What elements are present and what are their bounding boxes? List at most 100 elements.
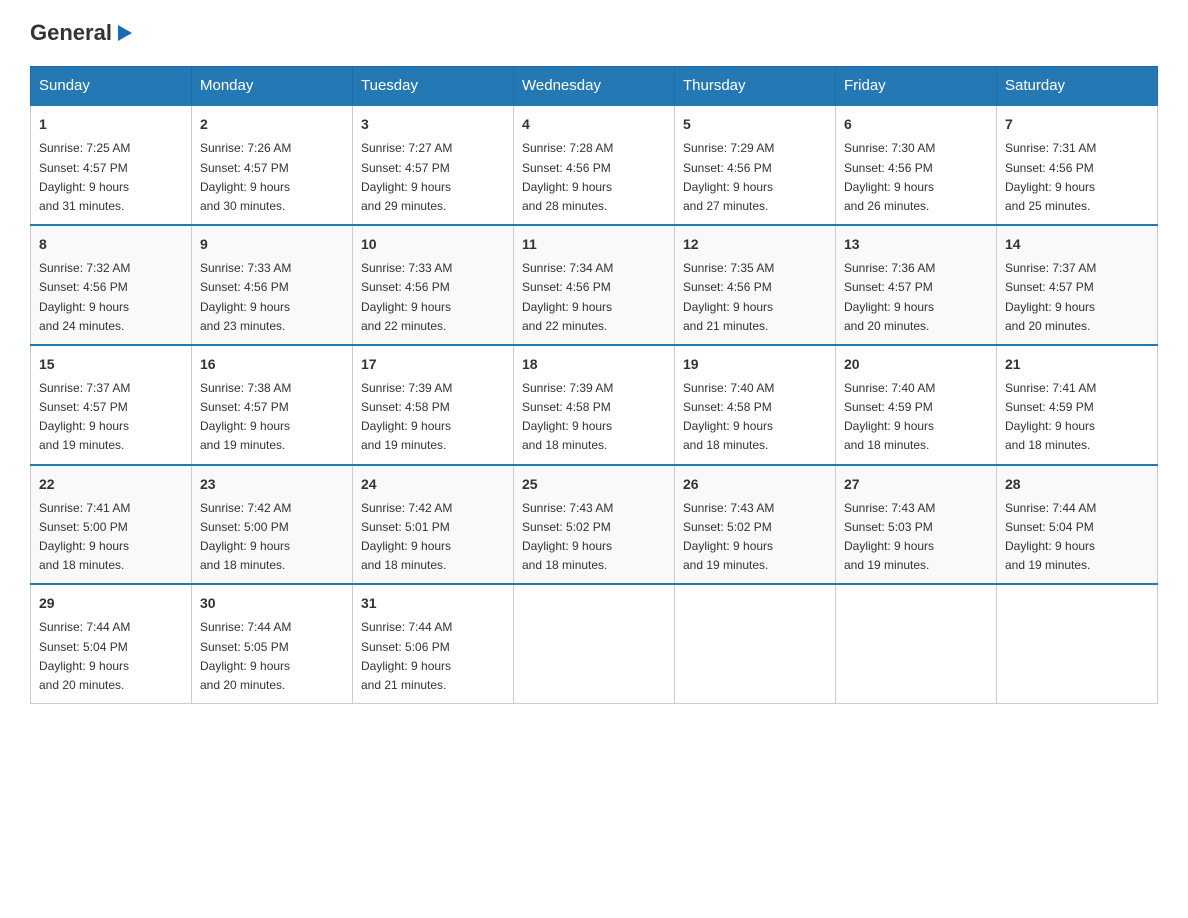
day-info: Sunrise: 7:41 AMSunset: 4:59 PMDaylight:…	[1005, 379, 1149, 456]
calendar-week-4: 22 Sunrise: 7:41 AMSunset: 5:00 PMDayligh…	[31, 465, 1158, 585]
calendar-day-10: 10 Sunrise: 7:33 AMSunset: 4:56 PMDayligh…	[353, 225, 514, 345]
day-info: Sunrise: 7:39 AMSunset: 4:58 PMDaylight:…	[361, 379, 505, 456]
day-info: Sunrise: 7:35 AMSunset: 4:56 PMDaylight:…	[683, 259, 827, 336]
day-info: Sunrise: 7:44 AMSunset: 5:06 PMDaylight:…	[361, 618, 505, 695]
day-number: 22	[39, 474, 183, 495]
day-number: 24	[361, 474, 505, 495]
day-info: Sunrise: 7:43 AMSunset: 5:03 PMDaylight:…	[844, 499, 988, 576]
day-number: 15	[39, 354, 183, 375]
day-number: 25	[522, 474, 666, 495]
column-header-wednesday: Wednesday	[514, 67, 675, 106]
calendar-day-22: 22 Sunrise: 7:41 AMSunset: 5:00 PMDayligh…	[31, 465, 192, 585]
calendar-day-1: 1 Sunrise: 7:25 AMSunset: 4:57 PMDaylight…	[31, 105, 192, 225]
day-info: Sunrise: 7:27 AMSunset: 4:57 PMDaylight:…	[361, 139, 505, 216]
day-number: 10	[361, 234, 505, 255]
day-info: Sunrise: 7:33 AMSunset: 4:56 PMDaylight:…	[361, 259, 505, 336]
day-number: 26	[683, 474, 827, 495]
day-info: Sunrise: 7:25 AMSunset: 4:57 PMDaylight:…	[39, 139, 183, 216]
day-number: 19	[683, 354, 827, 375]
logo-text-general: General	[30, 20, 112, 46]
calendar-day-29: 29 Sunrise: 7:44 AMSunset: 5:04 PMDayligh…	[31, 584, 192, 703]
day-number: 16	[200, 354, 344, 375]
day-info: Sunrise: 7:42 AMSunset: 5:01 PMDaylight:…	[361, 499, 505, 576]
day-number: 20	[844, 354, 988, 375]
day-number: 28	[1005, 474, 1149, 495]
day-info: Sunrise: 7:36 AMSunset: 4:57 PMDaylight:…	[844, 259, 988, 336]
calendar-header-row: SundayMondayTuesdayWednesdayThursdayFrid…	[31, 67, 1158, 106]
column-header-saturday: Saturday	[997, 67, 1158, 106]
calendar-day-28: 28 Sunrise: 7:44 AMSunset: 5:04 PMDayligh…	[997, 465, 1158, 585]
day-number: 29	[39, 593, 183, 614]
calendar-day-12: 12Sunrise: 7:35 AMSunset: 4:56 PMDayligh…	[675, 225, 836, 345]
day-number: 2	[200, 114, 344, 135]
day-info: Sunrise: 7:32 AMSunset: 4:56 PMDaylight:…	[39, 259, 183, 336]
logo: General	[30, 20, 136, 46]
day-number: 31	[361, 593, 505, 614]
calendar-week-5: 29 Sunrise: 7:44 AMSunset: 5:04 PMDayligh…	[31, 584, 1158, 703]
page-header: General	[30, 20, 1158, 46]
calendar-day-15: 15Sunrise: 7:37 AMSunset: 4:57 PMDayligh…	[31, 345, 192, 465]
day-info: Sunrise: 7:26 AMSunset: 4:57 PMDaylight:…	[200, 139, 344, 216]
day-number: 23	[200, 474, 344, 495]
calendar-day-24: 24 Sunrise: 7:42 AMSunset: 5:01 PMDayligh…	[353, 465, 514, 585]
calendar-day-5: 5Sunrise: 7:29 AMSunset: 4:56 PMDaylight…	[675, 105, 836, 225]
calendar-week-3: 15Sunrise: 7:37 AMSunset: 4:57 PMDayligh…	[31, 345, 1158, 465]
day-info: Sunrise: 7:41 AMSunset: 5:00 PMDaylight:…	[39, 499, 183, 576]
day-number: 1	[39, 114, 183, 135]
day-number: 3	[361, 114, 505, 135]
column-header-friday: Friday	[836, 67, 997, 106]
day-number: 17	[361, 354, 505, 375]
logo-arrow-icon	[114, 22, 136, 44]
calendar-day-11: 11 Sunrise: 7:34 AMSunset: 4:56 PMDayligh…	[514, 225, 675, 345]
day-number: 13	[844, 234, 988, 255]
calendar-day-2: 2 Sunrise: 7:26 AMSunset: 4:57 PMDaylight…	[192, 105, 353, 225]
calendar-day-13: 13 Sunrise: 7:36 AMSunset: 4:57 PMDayligh…	[836, 225, 997, 345]
calendar-day-19: 19Sunrise: 7:40 AMSunset: 4:58 PMDayligh…	[675, 345, 836, 465]
column-header-tuesday: Tuesday	[353, 67, 514, 106]
day-info: Sunrise: 7:44 AMSunset: 5:05 PMDaylight:…	[200, 618, 344, 695]
column-header-thursday: Thursday	[675, 67, 836, 106]
calendar-day-25: 25 Sunrise: 7:43 AMSunset: 5:02 PMDayligh…	[514, 465, 675, 585]
day-info: Sunrise: 7:44 AMSunset: 5:04 PMDaylight:…	[39, 618, 183, 695]
day-info: Sunrise: 7:44 AMSunset: 5:04 PMDaylight:…	[1005, 499, 1149, 576]
day-number: 18	[522, 354, 666, 375]
calendar-week-2: 8 Sunrise: 7:32 AMSunset: 4:56 PMDaylight…	[31, 225, 1158, 345]
calendar-day-9: 9 Sunrise: 7:33 AMSunset: 4:56 PMDaylight…	[192, 225, 353, 345]
calendar-day-26: 26 Sunrise: 7:43 AMSunset: 5:02 PMDayligh…	[675, 465, 836, 585]
calendar-day-27: 27 Sunrise: 7:43 AMSunset: 5:03 PMDayligh…	[836, 465, 997, 585]
day-info: Sunrise: 7:31 AMSunset: 4:56 PMDaylight:…	[1005, 139, 1149, 216]
day-info: Sunrise: 7:43 AMSunset: 5:02 PMDaylight:…	[522, 499, 666, 576]
day-info: Sunrise: 7:38 AMSunset: 4:57 PMDaylight:…	[200, 379, 344, 456]
calendar-day-18: 18 Sunrise: 7:39 AMSunset: 4:58 PMDayligh…	[514, 345, 675, 465]
calendar-day-4: 4Sunrise: 7:28 AMSunset: 4:56 PMDaylight…	[514, 105, 675, 225]
day-number: 9	[200, 234, 344, 255]
day-info: Sunrise: 7:43 AMSunset: 5:02 PMDaylight:…	[683, 499, 827, 576]
calendar-day-23: 23 Sunrise: 7:42 AMSunset: 5:00 PMDayligh…	[192, 465, 353, 585]
day-info: Sunrise: 7:42 AMSunset: 5:00 PMDaylight:…	[200, 499, 344, 576]
calendar-day-17: 17 Sunrise: 7:39 AMSunset: 4:58 PMDayligh…	[353, 345, 514, 465]
calendar-day-20: 20Sunrise: 7:40 AMSunset: 4:59 PMDayligh…	[836, 345, 997, 465]
day-number: 4	[522, 114, 666, 135]
calendar-day-6: 6 Sunrise: 7:30 AMSunset: 4:56 PMDaylight…	[836, 105, 997, 225]
calendar-empty-cell	[997, 584, 1158, 703]
day-number: 8	[39, 234, 183, 255]
calendar-week-1: 1 Sunrise: 7:25 AMSunset: 4:57 PMDaylight…	[31, 105, 1158, 225]
calendar-day-3: 3 Sunrise: 7:27 AMSunset: 4:57 PMDaylight…	[353, 105, 514, 225]
day-info: Sunrise: 7:34 AMSunset: 4:56 PMDaylight:…	[522, 259, 666, 336]
day-number: 11	[522, 234, 666, 255]
day-number: 6	[844, 114, 988, 135]
column-header-sunday: Sunday	[31, 67, 192, 106]
calendar-empty-cell	[836, 584, 997, 703]
day-number: 27	[844, 474, 988, 495]
calendar-day-7: 7Sunrise: 7:31 AMSunset: 4:56 PMDaylight…	[997, 105, 1158, 225]
column-header-monday: Monday	[192, 67, 353, 106]
calendar-table: SundayMondayTuesdayWednesdayThursdayFrid…	[30, 66, 1158, 704]
day-info: Sunrise: 7:33 AMSunset: 4:56 PMDaylight:…	[200, 259, 344, 336]
day-number: 5	[683, 114, 827, 135]
day-info: Sunrise: 7:39 AMSunset: 4:58 PMDaylight:…	[522, 379, 666, 456]
calendar-day-8: 8 Sunrise: 7:32 AMSunset: 4:56 PMDaylight…	[31, 225, 192, 345]
day-info: Sunrise: 7:37 AMSunset: 4:57 PMDaylight:…	[1005, 259, 1149, 336]
day-info: Sunrise: 7:30 AMSunset: 4:56 PMDaylight:…	[844, 139, 988, 216]
day-number: 21	[1005, 354, 1149, 375]
calendar-day-14: 14Sunrise: 7:37 AMSunset: 4:57 PMDayligh…	[997, 225, 1158, 345]
